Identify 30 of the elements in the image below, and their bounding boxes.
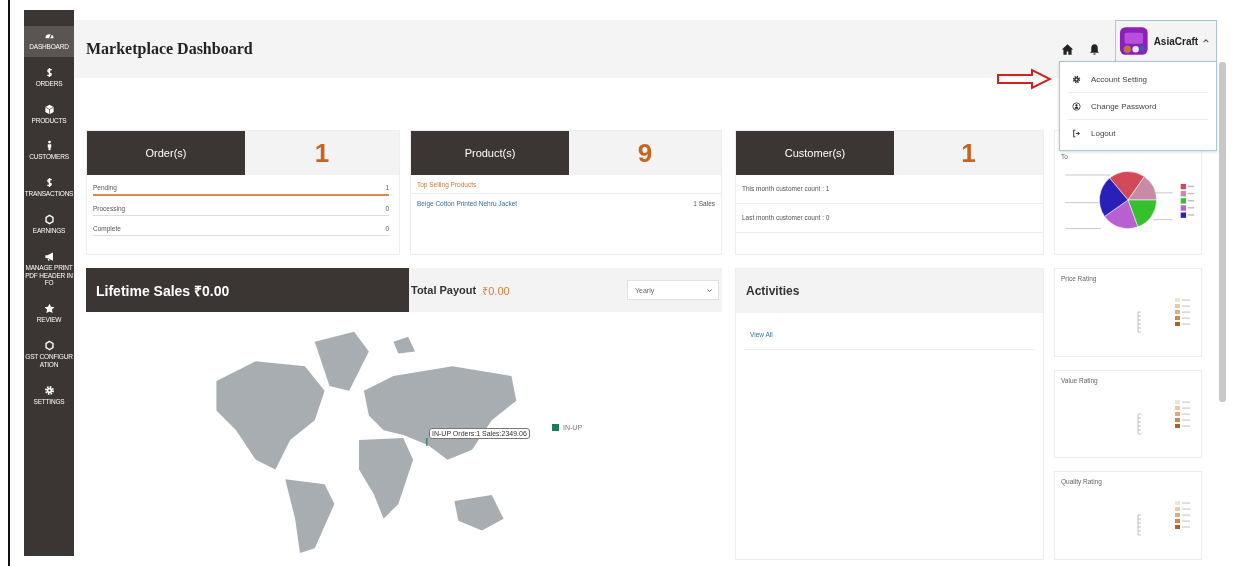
card-title: Customer(s) [736,131,894,175]
menu-item[interactable]: Logout [1068,120,1208,146]
home-icon[interactable] [1061,42,1074,56]
star-icon [43,303,55,315]
megaphone-icon [43,250,55,262]
count-value: 1 [960,136,977,170]
bell-icon[interactable] [1088,42,1101,56]
menu-item[interactable]: Account Setting [1068,66,1208,93]
pointer-arrow [996,68,1052,90]
logout-icon [1072,128,1081,138]
box-icon [43,103,55,115]
chevron-down-icon [706,286,713,294]
hexagon-icon [43,339,55,351]
page-title: Marketplace Dashboard [86,40,253,58]
hexagon-icon [43,214,55,225]
avatar-icon [1120,27,1148,55]
scrollbar[interactable] [1219,62,1226,402]
caret-icon [1202,37,1210,45]
lifetime-sales: Lifetime Sales ₹0.00 [86,268,409,312]
gear-icon [43,384,55,396]
gear-icon [1072,74,1081,84]
payout-label: Total Payout [411,284,477,296]
menu-item[interactable]: Change Password [1068,93,1208,120]
card-title: Product(s) [411,131,569,175]
card-title: Activities [746,284,800,298]
count-value: 1 [313,136,331,170]
card-title: Order(s) [87,131,245,175]
count-value: 9 [636,136,654,170]
person-icon [1072,101,1081,111]
payout-value: ₹0.00 [482,283,510,298]
